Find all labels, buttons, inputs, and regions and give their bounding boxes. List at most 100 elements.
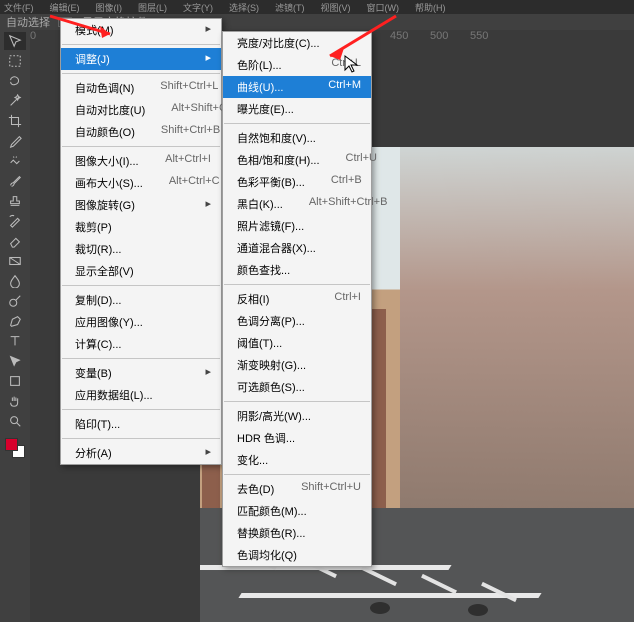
menu-item[interactable]: 应用数据组(L)... — [61, 384, 221, 406]
color-swatch[interactable] — [5, 438, 25, 458]
menu-item[interactable]: 画布大小(S)...Alt+Ctrl+C — [61, 172, 221, 194]
menu-item-label: 应用数据组(L)... — [75, 387, 153, 403]
menubar-item[interactable]: 编辑(E) — [50, 1, 80, 13]
shape-tool-icon[interactable] — [4, 372, 26, 390]
menu-item[interactable]: 模式(M) — [61, 19, 221, 41]
menu-item-shortcut: Alt+Ctrl+C — [169, 175, 220, 191]
menu-item[interactable]: 自然饱和度(V)... — [223, 127, 371, 149]
eyedropper-tool-icon[interactable] — [4, 132, 26, 150]
menu-item[interactable]: 照片滤镜(F)... — [223, 215, 371, 237]
eraser-tool-icon[interactable] — [4, 232, 26, 250]
menu-item[interactable]: 曲线(U)...Ctrl+M — [223, 76, 371, 98]
menu-item[interactable]: 阴影/高光(W)... — [223, 405, 371, 427]
menu-item-label: 复制(D)... — [75, 292, 121, 308]
menu-item-label: 颜色查找... — [237, 262, 290, 278]
menu-item-label: 黑白(K)... — [237, 196, 283, 212]
menu-item[interactable]: 阈值(T)... — [223, 332, 371, 354]
menu-item-label: 自动颜色(O) — [75, 124, 135, 140]
menu-separator — [224, 474, 370, 475]
gradient-tool-icon[interactable] — [4, 252, 26, 270]
menu-item[interactable]: 陷印(T)... — [61, 413, 221, 435]
image-menu[interactable]: 模式(M)调整(J)自动色调(N)Shift+Ctrl+L自动对比度(U)Alt… — [60, 18, 222, 465]
menu-separator — [62, 358, 220, 359]
menubar-item[interactable]: 文件(F) — [4, 1, 34, 13]
menu-item[interactable]: 变量(B) — [61, 362, 221, 384]
menu-item[interactable]: 自动对比度(U)Alt+Shift+Ctrl+L — [61, 99, 221, 121]
menu-item[interactable]: 颜色查找... — [223, 259, 371, 281]
menu-item-shortcut: Ctrl+U — [346, 152, 377, 168]
menubar-item[interactable]: 选择(S) — [229, 1, 259, 13]
menu-item[interactable]: 色调分离(P)... — [223, 310, 371, 332]
menu-item[interactable]: 计算(C)... — [61, 333, 221, 355]
menu-item[interactable]: 亮度/对比度(C)... — [223, 32, 371, 54]
menu-item[interactable]: 裁切(R)... — [61, 238, 221, 260]
menu-item[interactable]: 裁剪(P) — [61, 216, 221, 238]
menu-item[interactable]: 自动颜色(O) Shift+Ctrl+B — [61, 121, 221, 143]
menu-item[interactable]: 色相/饱和度(H)...Ctrl+U — [223, 149, 371, 171]
marquee-tool-icon[interactable] — [4, 52, 26, 70]
menu-item[interactable]: 变化... — [223, 449, 371, 471]
menubar-item[interactable]: 视图(V) — [321, 1, 351, 13]
menu-item-shortcut: Shift+Ctrl+B — [161, 124, 220, 140]
menu-separator — [224, 284, 370, 285]
menu-item[interactable]: 调整(J) — [61, 48, 221, 70]
hand-tool-icon[interactable] — [4, 392, 26, 410]
menu-item[interactable]: 通道混合器(X)... — [223, 237, 371, 259]
menubar-item[interactable]: 窗口(W) — [367, 1, 400, 13]
blur-tool-icon[interactable] — [4, 272, 26, 290]
menu-item-label: HDR 色调... — [237, 430, 295, 446]
menubar-item[interactable]: 滤镜(T) — [275, 1, 305, 13]
menu-item[interactable]: 显示全部(V) — [61, 260, 221, 282]
lasso-tool-icon[interactable] — [4, 72, 26, 90]
menubar-item[interactable]: 文字(Y) — [183, 1, 213, 13]
menubar-item[interactable]: 图像(I) — [96, 1, 123, 13]
menu-item-label: 调整(J) — [75, 51, 110, 67]
menubar-item[interactable]: 图层(L) — [138, 1, 167, 13]
brush-tool-icon[interactable] — [4, 172, 26, 190]
menu-item-label: 自动色调(N) — [75, 80, 134, 96]
path-select-icon[interactable] — [4, 352, 26, 370]
menu-item[interactable]: 自动色调(N)Shift+Ctrl+L — [61, 77, 221, 99]
move-tool-icon[interactable] — [4, 32, 26, 50]
menu-item[interactable]: 应用图像(Y)... — [61, 311, 221, 333]
menu-item[interactable]: 黑白(K)...Alt+Shift+Ctrl+B — [223, 193, 371, 215]
adjustments-submenu[interactable]: 亮度/对比度(C)...色阶(L)...Ctrl+L曲线(U)...Ctrl+M… — [222, 31, 372, 567]
menu-item[interactable]: 渐变映射(G)... — [223, 354, 371, 376]
menu-item[interactable]: 色阶(L)...Ctrl+L — [223, 54, 371, 76]
menu-item[interactable]: 图像旋转(G) — [61, 194, 221, 216]
menu-item-label: 裁剪(P) — [75, 219, 112, 235]
heal-tool-icon[interactable] — [4, 152, 26, 170]
type-tool-icon[interactable] — [4, 332, 26, 350]
menu-item-shortcut: Alt+Ctrl+I — [165, 153, 211, 169]
pen-tool-icon[interactable] — [4, 312, 26, 330]
wand-tool-icon[interactable] — [4, 92, 26, 110]
menu-item-label: 色彩平衡(B)... — [237, 174, 305, 190]
menu-item[interactable]: 可选颜色(S)... — [223, 376, 371, 398]
menu-item-label: 裁切(R)... — [75, 241, 121, 257]
menu-item[interactable]: 替换颜色(R)... — [223, 522, 371, 544]
menu-item[interactable]: 反相(I)Ctrl+I — [223, 288, 371, 310]
menu-item[interactable]: 色彩平衡(B)...Ctrl+B — [223, 171, 371, 193]
menu-item-label: 自动对比度(U) — [75, 102, 145, 118]
menu-item-label: 可选颜色(S)... — [237, 379, 305, 395]
menu-item[interactable]: HDR 色调... — [223, 427, 371, 449]
menu-item-label: 图像大小(I)... — [75, 153, 139, 169]
dodge-tool-icon[interactable] — [4, 292, 26, 310]
menu-item-shortcut: Alt+Shift+Ctrl+B — [309, 196, 388, 212]
menu-item[interactable]: 色调均化(Q) — [223, 544, 371, 566]
menu-separator — [224, 401, 370, 402]
menu-item[interactable]: 去色(D)Shift+Ctrl+U — [223, 478, 371, 500]
menu-item[interactable]: 匹配颜色(M)... — [223, 500, 371, 522]
menu-item-label: 通道混合器(X)... — [237, 240, 316, 256]
menubar-item[interactable]: 帮助(H) — [415, 1, 446, 13]
crop-tool-icon[interactable] — [4, 112, 26, 130]
zoom-tool-icon[interactable] — [4, 412, 26, 430]
menu-item[interactable]: 图像大小(I)... Alt+Ctrl+I — [61, 150, 221, 172]
history-brush-icon[interactable] — [4, 212, 26, 230]
app-menubar[interactable]: 文件(F) 编辑(E) 图像(I) 图层(L) 文字(Y) 选择(S) 滤镜(T) 视图(V)… — [0, 0, 634, 14]
stamp-tool-icon[interactable] — [4, 192, 26, 210]
menu-item[interactable]: 曝光度(E)... — [223, 98, 371, 120]
menu-item-label: 匹配颜色(M)... — [237, 503, 307, 519]
menu-item[interactable]: 分析(A) — [61, 442, 221, 464]
menu-item[interactable]: 复制(D)... — [61, 289, 221, 311]
